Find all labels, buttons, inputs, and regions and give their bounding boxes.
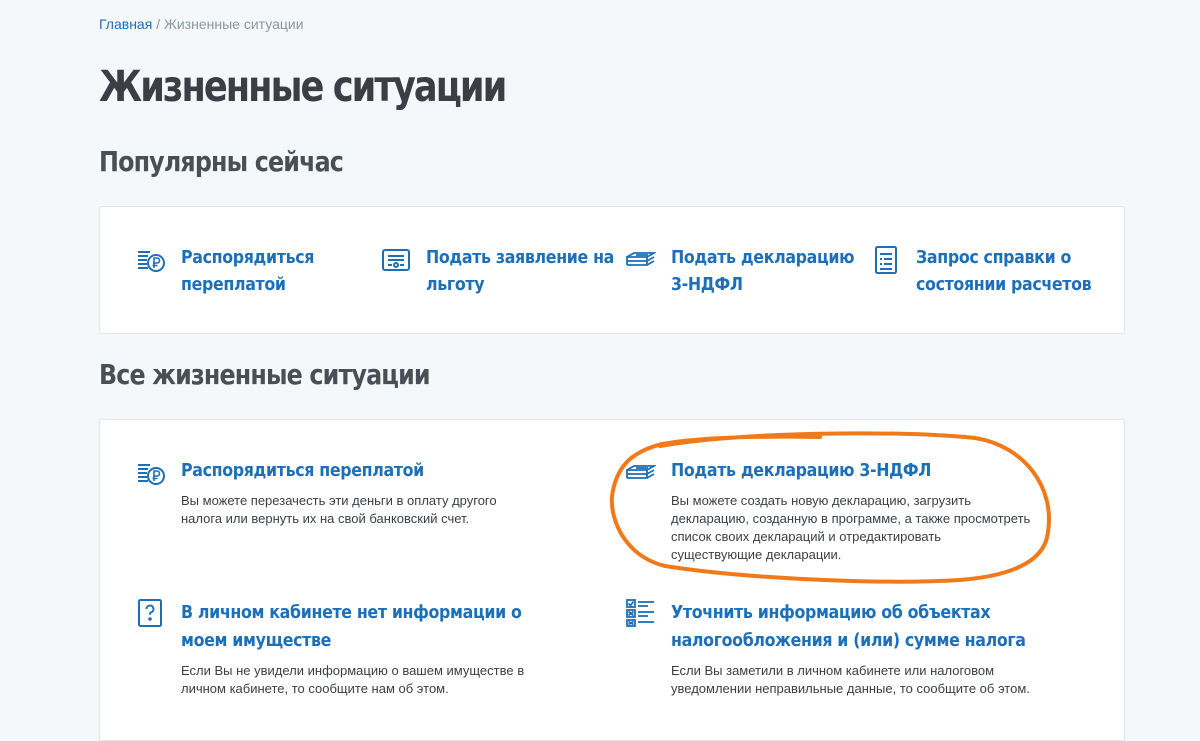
breadcrumb: Главная / Жизненные ситуации — [99, 16, 304, 32]
page-title: Жизненные ситуации — [99, 62, 507, 112]
question-box-icon — [136, 599, 166, 627]
certificate-icon — [381, 246, 411, 274]
breadcrumb-home-link[interactable]: Главная — [99, 16, 152, 32]
breadcrumb-current: Жизненные ситуации — [163, 16, 304, 32]
situation-item-no-property-info[interactable]: В личном кабинете нет информации о моем … — [136, 599, 596, 729]
popular-heading: Популярны сейчас — [99, 145, 344, 178]
situation-item-clarify-tax[interactable]: Уточнить информацию об объектах налогооб… — [626, 599, 1086, 729]
situation-title: Распорядиться переплатой — [181, 460, 424, 481]
situation-description: Вы можете перезачесть эти деньги в оплат… — [181, 493, 497, 526]
situation-title: Подать декларацию 3-НДФЛ — [671, 460, 932, 481]
declaration-stack-icon — [626, 246, 656, 274]
document-list-icon — [871, 246, 901, 274]
popular-item-label: Запрос справки о состоянии расчетов — [916, 247, 1092, 295]
ruble-coins-icon — [136, 246, 166, 274]
all-situations-card: Распорядиться переплатой Вы можете перез… — [99, 419, 1125, 741]
checklist-icon — [626, 599, 656, 627]
situation-description: Если Вы не увидели информацию о вашем им… — [181, 663, 525, 696]
breadcrumb-separator: / — [156, 16, 161, 32]
popular-item-label: Подать заявление на льготу — [426, 247, 615, 295]
declaration-stack-icon — [626, 459, 656, 487]
situation-description: Если Вы заметили в личном кабинете или н… — [671, 663, 1030, 696]
popular-card: Распорядиться переплатой Подать заявлени… — [99, 206, 1125, 334]
ruble-coins-icon — [136, 459, 166, 487]
situation-description: Вы можете создать новую декларацию, загр… — [671, 493, 1031, 562]
situation-title: Уточнить информацию об объектах налогооб… — [671, 602, 1026, 651]
situation-title: В личном кабинете нет информации о моем … — [181, 602, 522, 651]
situation-item-declaration[interactable]: Подать декларацию 3-НДФЛ Вы можете созда… — [626, 457, 1086, 577]
popular-item-label: Подать декларацию 3-НДФЛ — [671, 247, 855, 295]
all-situations-heading: Все жизненные ситуации — [99, 358, 431, 391]
situation-item-overpayment[interactable]: Распорядиться переплатой Вы можете перез… — [136, 457, 596, 577]
popular-item-label: Распорядиться переплатой — [181, 247, 315, 295]
